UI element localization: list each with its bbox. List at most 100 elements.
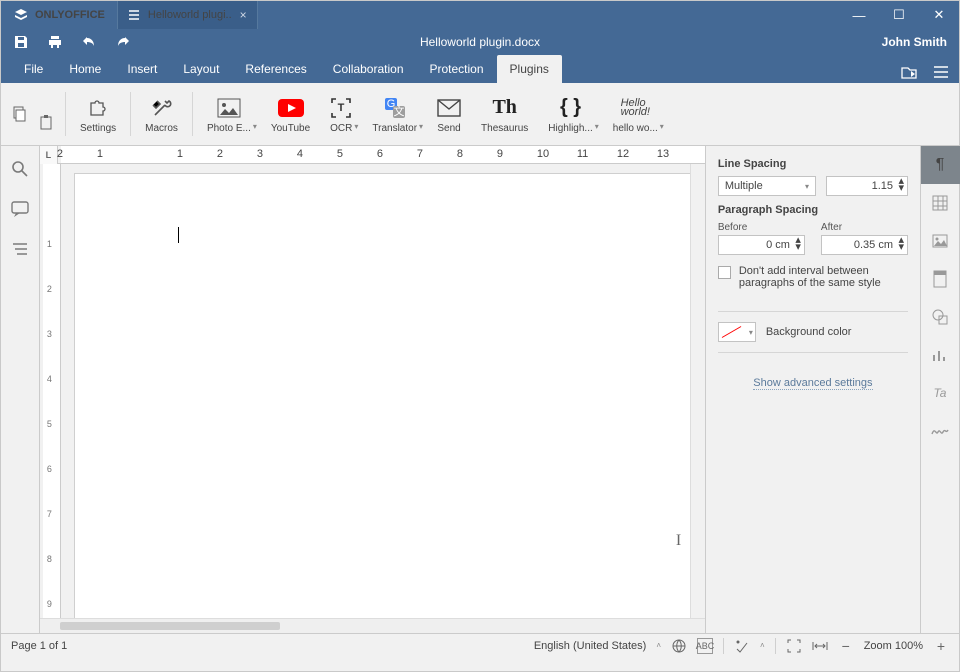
save-icon[interactable] [13, 34, 29, 50]
thesaurus-button[interactable]: Th Thesaurus [473, 83, 536, 145]
shape-icon [932, 309, 948, 325]
window-close-button[interactable]: ✕ [919, 1, 959, 29]
header-icon [933, 270, 947, 288]
zoom-out-button[interactable]: − [838, 638, 854, 654]
document-tab-title: Helloworld plugi.. [148, 9, 232, 21]
highlight-button[interactable]: { } Highligh... ▾ [540, 83, 600, 145]
dont-add-interval-label: Don't add interval betweenparagraphs of … [739, 265, 881, 289]
macros-label: Macros [145, 123, 178, 134]
paragraph-panel: Line Spacing Multiple ▾ 1.15 ▴▾ Paragrap… [705, 146, 920, 633]
app-name: ONLYOFFICE [35, 9, 105, 21]
vertical-ruler[interactable]: 123456789 [43, 164, 61, 618]
youtube-icon [278, 99, 304, 117]
vertical-scrollbar[interactable] [690, 164, 705, 618]
fit-width-icon[interactable] [812, 638, 828, 654]
app-brand: ONLYOFFICE [1, 7, 117, 23]
language-indicator[interactable]: English (United States) [534, 640, 647, 652]
page-indicator[interactable]: Page 1 of 1 [11, 640, 67, 652]
document-page[interactable]: I [75, 174, 690, 618]
image-icon [932, 234, 948, 248]
line-spacing-mode-select[interactable]: Multiple ▾ [718, 176, 816, 196]
globe-icon[interactable] [671, 638, 687, 654]
chevron-up-icon: ˄ [760, 641, 765, 650]
chevron-down-icon: ▾ [660, 122, 664, 131]
menu-collaboration[interactable]: Collaboration [320, 55, 417, 83]
signature-tab[interactable] [921, 412, 960, 450]
shape-tab[interactable] [921, 298, 960, 336]
comments-icon[interactable] [11, 200, 29, 218]
copy-button[interactable] [7, 83, 31, 145]
send-button[interactable]: Send [429, 83, 469, 145]
close-tab-icon[interactable]: × [240, 8, 247, 22]
line-spacing-value-stepper[interactable]: 1.15 ▴▾ [826, 176, 908, 196]
hello-world-icon: Helloworld! [621, 99, 650, 117]
window-minimize-button[interactable]: — [839, 1, 879, 29]
hello-label: hello wo... [613, 123, 658, 134]
macros-button[interactable]: Macros [137, 83, 186, 145]
zoom-indicator[interactable]: Zoom 100% [864, 640, 923, 652]
open-location-icon[interactable] [901, 65, 917, 79]
image-tab[interactable] [921, 222, 960, 260]
window-maximize-button[interactable]: ☐ [879, 1, 919, 29]
search-icon[interactable] [11, 160, 29, 178]
puzzle-icon [87, 97, 109, 119]
spellcheck-icon[interactable]: ABC [697, 638, 713, 654]
after-spacing-stepper[interactable]: 0.35 cm ▴▾ [821, 235, 908, 255]
dont-add-interval-checkbox[interactable] [718, 266, 731, 279]
menu-protection[interactable]: Protection [417, 55, 497, 83]
chart-icon [932, 347, 948, 363]
menu-home[interactable]: Home [56, 55, 114, 83]
chevron-down-icon: ▾ [419, 122, 423, 131]
ocr-button[interactable]: T OCR ▾ [322, 83, 360, 145]
menu-layout[interactable]: Layout [170, 55, 232, 83]
undo-icon[interactable] [81, 34, 97, 50]
hello-world-button[interactable]: Helloworld! hello wo... ▾ [605, 83, 666, 145]
settings-button[interactable]: Settings [72, 83, 124, 145]
textart-tab[interactable]: Ta [921, 374, 960, 412]
document-canvas[interactable]: I [61, 164, 690, 618]
text-cursor [178, 227, 179, 243]
menu-insert[interactable]: Insert [114, 55, 170, 83]
header-tab[interactable] [921, 260, 960, 298]
translator-button[interactable]: G文 Translator ▾ [364, 83, 425, 145]
horizontal-ruler[interactable]: L 21 12345678910111213 [40, 146, 705, 164]
track-changes-icon[interactable] [734, 638, 750, 654]
ocr-label: OCR [330, 123, 352, 134]
menu-plugins[interactable]: Plugins [497, 55, 562, 83]
menu-references[interactable]: References [232, 55, 319, 83]
zoom-in-button[interactable]: + [933, 638, 949, 654]
hamburger-icon[interactable] [933, 65, 949, 79]
photo-editor-button[interactable]: Photo E... ▾ [199, 83, 259, 145]
chevron-down-icon: ▾ [253, 122, 257, 131]
textart-icon: Ta [934, 386, 947, 400]
line-spacing-header: Line Spacing [718, 158, 908, 170]
thesaurus-icon: Th [492, 96, 516, 119]
chart-tab[interactable] [921, 336, 960, 374]
youtube-button[interactable]: YouTube [263, 83, 318, 145]
table-tab[interactable] [921, 184, 960, 222]
svg-text:T: T [338, 102, 345, 114]
advanced-settings-link[interactable]: Show advanced settings [753, 377, 872, 390]
menu-file[interactable]: File [11, 55, 56, 83]
after-label: After [821, 222, 908, 233]
send-label: Send [437, 123, 460, 134]
horizontal-scrollbar[interactable] [40, 618, 705, 633]
translate-icon: G文 [384, 97, 406, 119]
paste-button[interactable] [35, 92, 59, 154]
pilcrow-icon: ¶ [936, 156, 945, 174]
outline-icon[interactable] [11, 240, 29, 258]
highlight-label: Highligh... [548, 123, 592, 134]
fit-page-icon[interactable] [786, 638, 802, 654]
user-name[interactable]: John Smith [882, 35, 947, 49]
signature-icon [931, 424, 949, 438]
before-spacing-stepper[interactable]: 0 cm ▴▾ [718, 235, 805, 255]
document-tab[interactable]: Helloworld plugi.. × [117, 1, 258, 29]
image-icon [217, 98, 241, 118]
print-icon[interactable] [47, 34, 63, 50]
svg-text:文: 文 [393, 104, 404, 118]
redo-icon[interactable] [115, 34, 131, 50]
stack-icon [13, 7, 29, 23]
background-color-picker[interactable]: ▾ [718, 322, 756, 342]
paragraph-tab[interactable]: ¶ [921, 146, 960, 184]
before-label: Before [718, 222, 805, 233]
